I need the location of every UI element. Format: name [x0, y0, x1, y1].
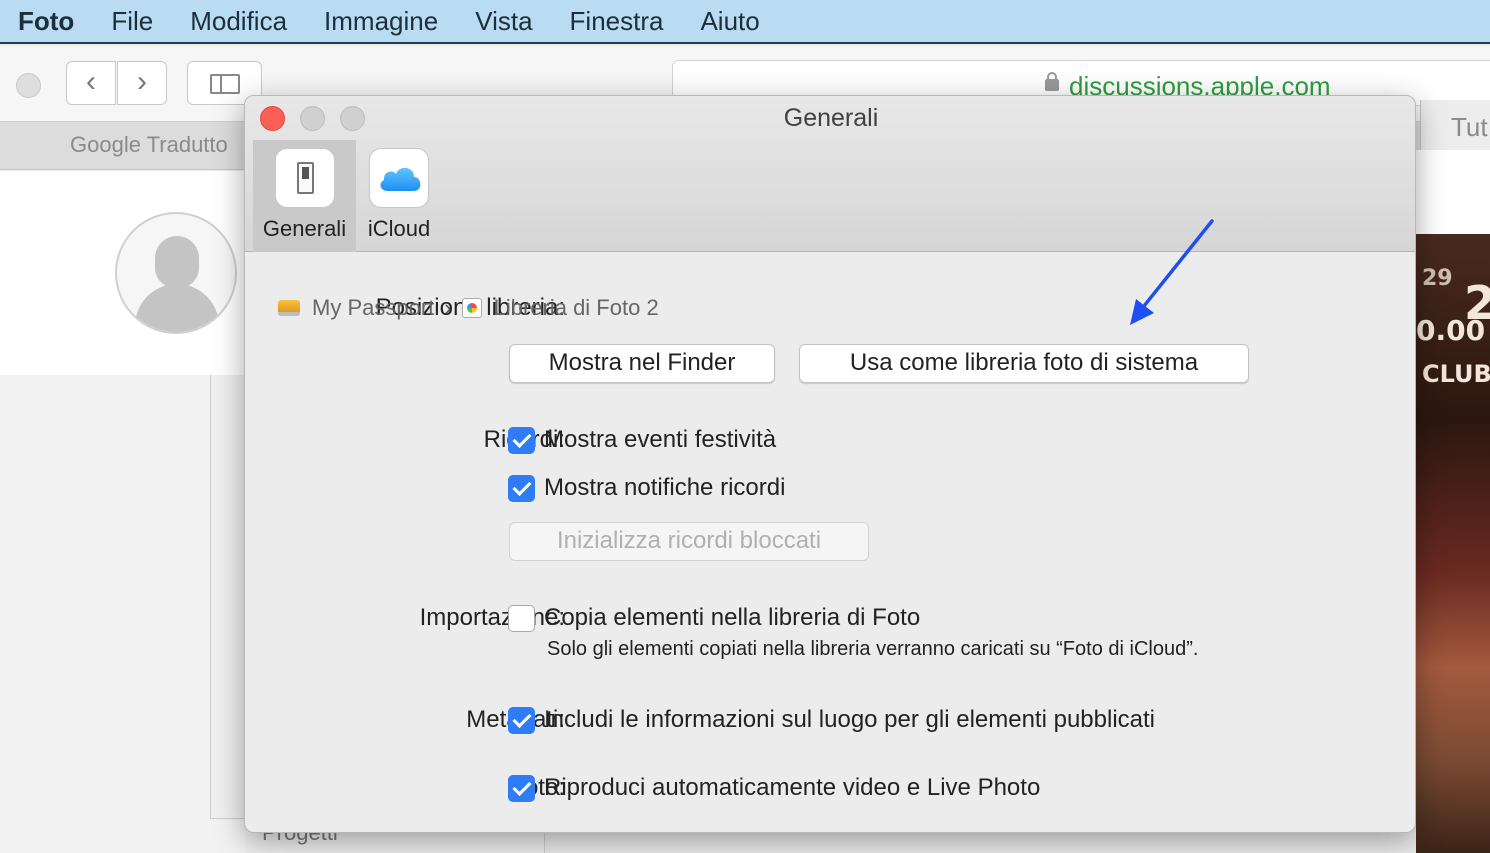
background-photo: 2 29 0.00 CLUB [1416, 234, 1490, 853]
tab-icloud-label: iCloud [367, 216, 431, 241]
library-path: My Passport › Libreria di Foto 2 [278, 294, 659, 322]
sidebar-icon [210, 74, 240, 94]
annotation-arrow-icon [1130, 219, 1214, 325]
autoplay-label: Riproduci automaticamente video e Live P… [544, 774, 1041, 801]
dialog-title: Generali [783, 104, 879, 132]
menu-immagine[interactable]: Immagine [324, 6, 438, 37]
photo-text-3: 0.00 [1416, 314, 1486, 347]
menu-vista[interactable]: Vista [475, 6, 532, 37]
include-location-checkbox-row[interactable]: Includi le informazioni sul luogo per gl… [508, 706, 1155, 734]
dialog-toolbar: Generali Generali iCloud [245, 96, 1415, 252]
include-location-checkbox[interactable] [508, 706, 535, 734]
holiday-events-checkbox[interactable] [508, 426, 535, 454]
copy-items-label: Copia elementi nella libreria di Foto [544, 604, 921, 631]
tab-icloud[interactable]: iCloud [359, 140, 439, 252]
icloud-icon [369, 148, 429, 208]
lock-icon [1045, 72, 1059, 91]
avatar [115, 212, 237, 334]
memory-notifications-checkbox-row[interactable]: Mostra notifiche ricordi [508, 474, 785, 502]
library-drive-name: My Passport [312, 295, 435, 320]
include-location-label: Includi le informazioni sul luogo per gl… [544, 706, 1156, 733]
forward-button[interactable]: › [117, 61, 167, 105]
photos-library-icon [461, 298, 482, 318]
holiday-events-label: Mostra eventi festività [544, 426, 777, 453]
copy-items-checkbox-row[interactable]: Copia elementi nella libreria di Foto [508, 604, 920, 632]
browser-left-panel [0, 375, 245, 853]
menu-app-foto[interactable]: Foto [18, 6, 74, 37]
tab-generali-label: Generali [262, 216, 347, 241]
menu-file[interactable]: File [111, 6, 153, 37]
show-in-finder-button[interactable]: Mostra nel Finder [509, 344, 775, 383]
photo-text-4: CLUB [1422, 360, 1490, 388]
switch-icon [274, 148, 335, 208]
icloud-upload-note: Solo gli elementi copiati nella libreria… [547, 638, 1199, 660]
menu-finestra[interactable]: Finestra [570, 6, 664, 37]
copy-items-checkbox[interactable] [508, 604, 535, 632]
menu-bar: Foto File Modifica Immagine Vista Finest… [0, 0, 1490, 44]
browser-window-button[interactable] [16, 73, 41, 98]
library-name: Libreria di Foto 2 [493, 295, 659, 320]
holiday-events-checkbox-row[interactable]: Mostra eventi festività [508, 426, 776, 454]
menu-aiuto[interactable]: Aiuto [700, 6, 759, 37]
path-separator: › [444, 295, 452, 320]
browser-tab-right-label: Tut [1451, 112, 1488, 142]
autoplay-checkbox-row[interactable]: Riproduci automaticamente video e Live P… [508, 774, 1040, 802]
reset-blocked-memories-button: Inizializza ricordi bloccati [509, 522, 869, 561]
autoplay-checkbox[interactable] [508, 774, 535, 802]
browser-tab-google-traduttore[interactable]: Google Tradutto [70, 132, 228, 158]
memory-notifications-label: Mostra notifiche ricordi [544, 474, 786, 501]
browser-tab-right[interactable]: Tut [1420, 100, 1490, 150]
browser-right-area [1416, 150, 1490, 234]
memory-notifications-checkbox[interactable] [508, 474, 535, 502]
use-as-system-library-button[interactable]: Usa come libreria foto di sistema [799, 344, 1249, 383]
photo-text-2: 29 [1422, 266, 1453, 291]
menu-modifica[interactable]: Modifica [190, 6, 287, 37]
back-button[interactable]: ‹ [66, 61, 116, 105]
browser-bottom-panel: Progetti [245, 820, 545, 853]
tab-generali[interactable]: Generali [253, 140, 356, 252]
external-drive-icon [278, 300, 300, 316]
